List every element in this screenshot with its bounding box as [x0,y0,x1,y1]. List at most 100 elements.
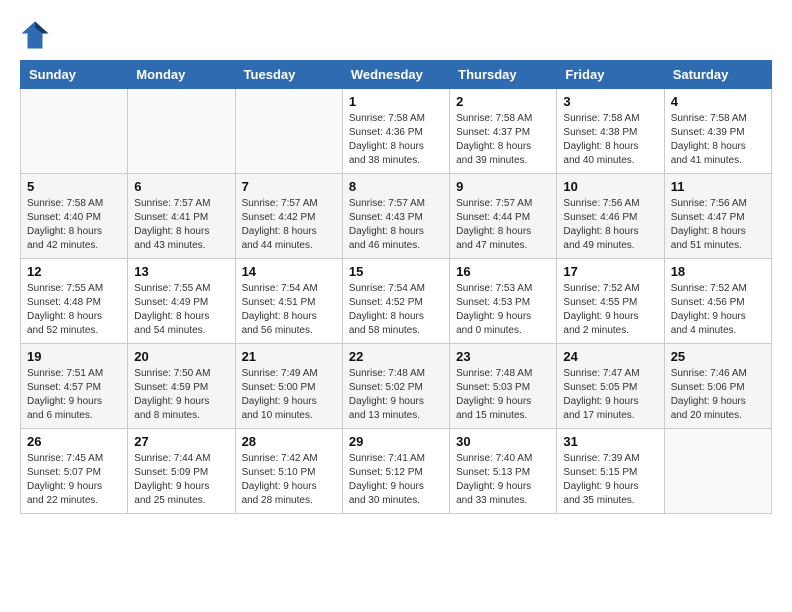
day-detail: Sunrise: 7:53 AM Sunset: 4:53 PM Dayligh… [456,282,550,338]
general-blue-logo-icon [20,20,50,50]
day-number: 15 [349,264,443,279]
calendar-cell: 25 Sunrise: 7:46 AM Sunset: 5:06 PM Dayli… [664,344,771,429]
calendar-cell: 14 Sunrise: 7:54 AM Sunset: 4:51 PM Dayli… [235,259,342,344]
day-detail: Sunrise: 7:50 AM Sunset: 4:59 PM Dayligh… [134,367,228,423]
calendar-cell: 31 Sunrise: 7:39 AM Sunset: 5:15 PM Dayli… [557,429,664,514]
calendar-cell [21,89,128,174]
day-detail: Sunrise: 7:58 AM Sunset: 4:39 PM Dayligh… [671,112,765,168]
day-number: 12 [27,264,121,279]
calendar-cell: 27 Sunrise: 7:44 AM Sunset: 5:09 PM Dayli… [128,429,235,514]
weekday-header-monday: Monday [128,61,235,89]
day-number: 26 [27,434,121,449]
calendar-cell: 30 Sunrise: 7:40 AM Sunset: 5:13 PM Dayli… [450,429,557,514]
day-detail: Sunrise: 7:52 AM Sunset: 4:56 PM Dayligh… [671,282,765,338]
day-number: 9 [456,179,550,194]
calendar-cell: 23 Sunrise: 7:48 AM Sunset: 5:03 PM Dayli… [450,344,557,429]
day-number: 7 [242,179,336,194]
calendar-cell: 3 Sunrise: 7:58 AM Sunset: 4:38 PM Daylig… [557,89,664,174]
calendar-cell: 8Sunrise: 7:57 AM Sunset: 4:43 PM Daylig… [342,174,449,259]
day-number: 20 [134,349,228,364]
day-detail: Sunrise: 7:47 AM Sunset: 5:05 PM Dayligh… [563,367,657,423]
calendar-cell: 26 Sunrise: 7:45 AM Sunset: 5:07 PM Dayli… [21,429,128,514]
day-number: 27 [134,434,228,449]
day-detail: Sunrise: 7:48 AM Sunset: 5:03 PM Dayligh… [456,367,550,423]
calendar-cell: 2 Sunrise: 7:58 AM Sunset: 4:37 PM Daylig… [450,89,557,174]
weekday-row: SundayMondayTuesdayWednesdayThursdayFrid… [21,61,772,89]
calendar-cell: 11 Sunrise: 7:56 AM Sunset: 4:47 PM Dayli… [664,174,771,259]
day-detail: Sunrise: 7:41 AM Sunset: 5:12 PM Dayligh… [349,452,443,508]
calendar-cell [128,89,235,174]
header [20,20,772,50]
day-detail: Sunrise: 7:45 AM Sunset: 5:07 PM Dayligh… [27,452,121,508]
day-number: 22 [349,349,443,364]
weekday-header-saturday: Saturday [664,61,771,89]
calendar-header: SundayMondayTuesdayWednesdayThursdayFrid… [21,61,772,89]
weekday-header-tuesday: Tuesday [235,61,342,89]
day-number: 25 [671,349,765,364]
day-number: 21 [242,349,336,364]
day-detail: Sunrise: 7:55 AM Sunset: 4:48 PM Dayligh… [27,282,121,338]
day-detail: Sunrise: 7:58 AM Sunset: 4:40 PM Dayligh… [27,197,121,253]
day-detail: Sunrise: 7:56 AM Sunset: 4:46 PM Dayligh… [563,197,657,253]
day-detail: Sunrise: 7:55 AM Sunset: 4:49 PM Dayligh… [134,282,228,338]
calendar-cell: 10Sunrise: 7:56 AM Sunset: 4:46 PM Dayli… [557,174,664,259]
weekday-header-thursday: Thursday [450,61,557,89]
day-number: 24 [563,349,657,364]
day-detail: Sunrise: 7:48 AM Sunset: 5:02 PM Dayligh… [349,367,443,423]
day-number: 17 [563,264,657,279]
week-row-3: 12 Sunrise: 7:55 AM Sunset: 4:48 PM Dayli… [21,259,772,344]
calendar-cell: 16Sunrise: 7:53 AM Sunset: 4:53 PM Dayli… [450,259,557,344]
calendar-cell: 22 Sunrise: 7:48 AM Sunset: 5:02 PM Dayli… [342,344,449,429]
logo [20,20,54,50]
calendar-cell: 21 Sunrise: 7:49 AM Sunset: 5:00 PM Dayli… [235,344,342,429]
day-detail: Sunrise: 7:44 AM Sunset: 5:09 PM Dayligh… [134,452,228,508]
day-number: 3 [563,94,657,109]
week-row-1: 1Sunrise: 7:58 AM Sunset: 4:36 PM Daylig… [21,89,772,174]
day-number: 4 [671,94,765,109]
day-detail: Sunrise: 7:40 AM Sunset: 5:13 PM Dayligh… [456,452,550,508]
day-detail: Sunrise: 7:58 AM Sunset: 4:37 PM Dayligh… [456,112,550,168]
weekday-header-sunday: Sunday [21,61,128,89]
day-detail: Sunrise: 7:57 AM Sunset: 4:42 PM Dayligh… [242,197,336,253]
weekday-header-wednesday: Wednesday [342,61,449,89]
day-detail: Sunrise: 7:57 AM Sunset: 4:41 PM Dayligh… [134,197,228,253]
day-detail: Sunrise: 7:52 AM Sunset: 4:55 PM Dayligh… [563,282,657,338]
day-number: 5 [27,179,121,194]
week-row-4: 19Sunrise: 7:51 AM Sunset: 4:57 PM Dayli… [21,344,772,429]
day-number: 14 [242,264,336,279]
day-detail: Sunrise: 7:51 AM Sunset: 4:57 PM Dayligh… [27,367,121,423]
day-detail: Sunrise: 7:46 AM Sunset: 5:06 PM Dayligh… [671,367,765,423]
day-detail: Sunrise: 7:42 AM Sunset: 5:10 PM Dayligh… [242,452,336,508]
calendar-cell: 7 Sunrise: 7:57 AM Sunset: 4:42 PM Daylig… [235,174,342,259]
day-number: 30 [456,434,550,449]
day-detail: Sunrise: 7:58 AM Sunset: 4:38 PM Dayligh… [563,112,657,168]
calendar-cell [664,429,771,514]
week-row-2: 5 Sunrise: 7:58 AM Sunset: 4:40 PM Daylig… [21,174,772,259]
day-detail: Sunrise: 7:56 AM Sunset: 4:47 PM Dayligh… [671,197,765,253]
calendar-cell: 1Sunrise: 7:58 AM Sunset: 4:36 PM Daylig… [342,89,449,174]
calendar-cell: 28 Sunrise: 7:42 AM Sunset: 5:10 PM Dayli… [235,429,342,514]
calendar-cell: 13Sunrise: 7:55 AM Sunset: 4:49 PM Dayli… [128,259,235,344]
day-number: 2 [456,94,550,109]
calendar-cell: 12 Sunrise: 7:55 AM Sunset: 4:48 PM Dayli… [21,259,128,344]
day-number: 6 [134,179,228,194]
day-number: 28 [242,434,336,449]
calendar-cell: 6 Sunrise: 7:57 AM Sunset: 4:41 PM Daylig… [128,174,235,259]
calendar: SundayMondayTuesdayWednesdayThursdayFrid… [20,60,772,514]
day-number: 11 [671,179,765,194]
day-number: 18 [671,264,765,279]
day-detail: Sunrise: 7:54 AM Sunset: 4:52 PM Dayligh… [349,282,443,338]
day-number: 1 [349,94,443,109]
calendar-cell: 24 Sunrise: 7:47 AM Sunset: 5:05 PM Dayli… [557,344,664,429]
day-number: 8 [349,179,443,194]
calendar-cell: 20 Sunrise: 7:50 AM Sunset: 4:59 PM Dayli… [128,344,235,429]
day-detail: Sunrise: 7:57 AM Sunset: 4:44 PM Dayligh… [456,197,550,253]
day-detail: Sunrise: 7:49 AM Sunset: 5:00 PM Dayligh… [242,367,336,423]
calendar-cell [235,89,342,174]
day-detail: Sunrise: 7:39 AM Sunset: 5:15 PM Dayligh… [563,452,657,508]
day-number: 23 [456,349,550,364]
day-detail: Sunrise: 7:54 AM Sunset: 4:51 PM Dayligh… [242,282,336,338]
day-number: 29 [349,434,443,449]
day-number: 31 [563,434,657,449]
calendar-cell: 9 Sunrise: 7:57 AM Sunset: 4:44 PM Daylig… [450,174,557,259]
